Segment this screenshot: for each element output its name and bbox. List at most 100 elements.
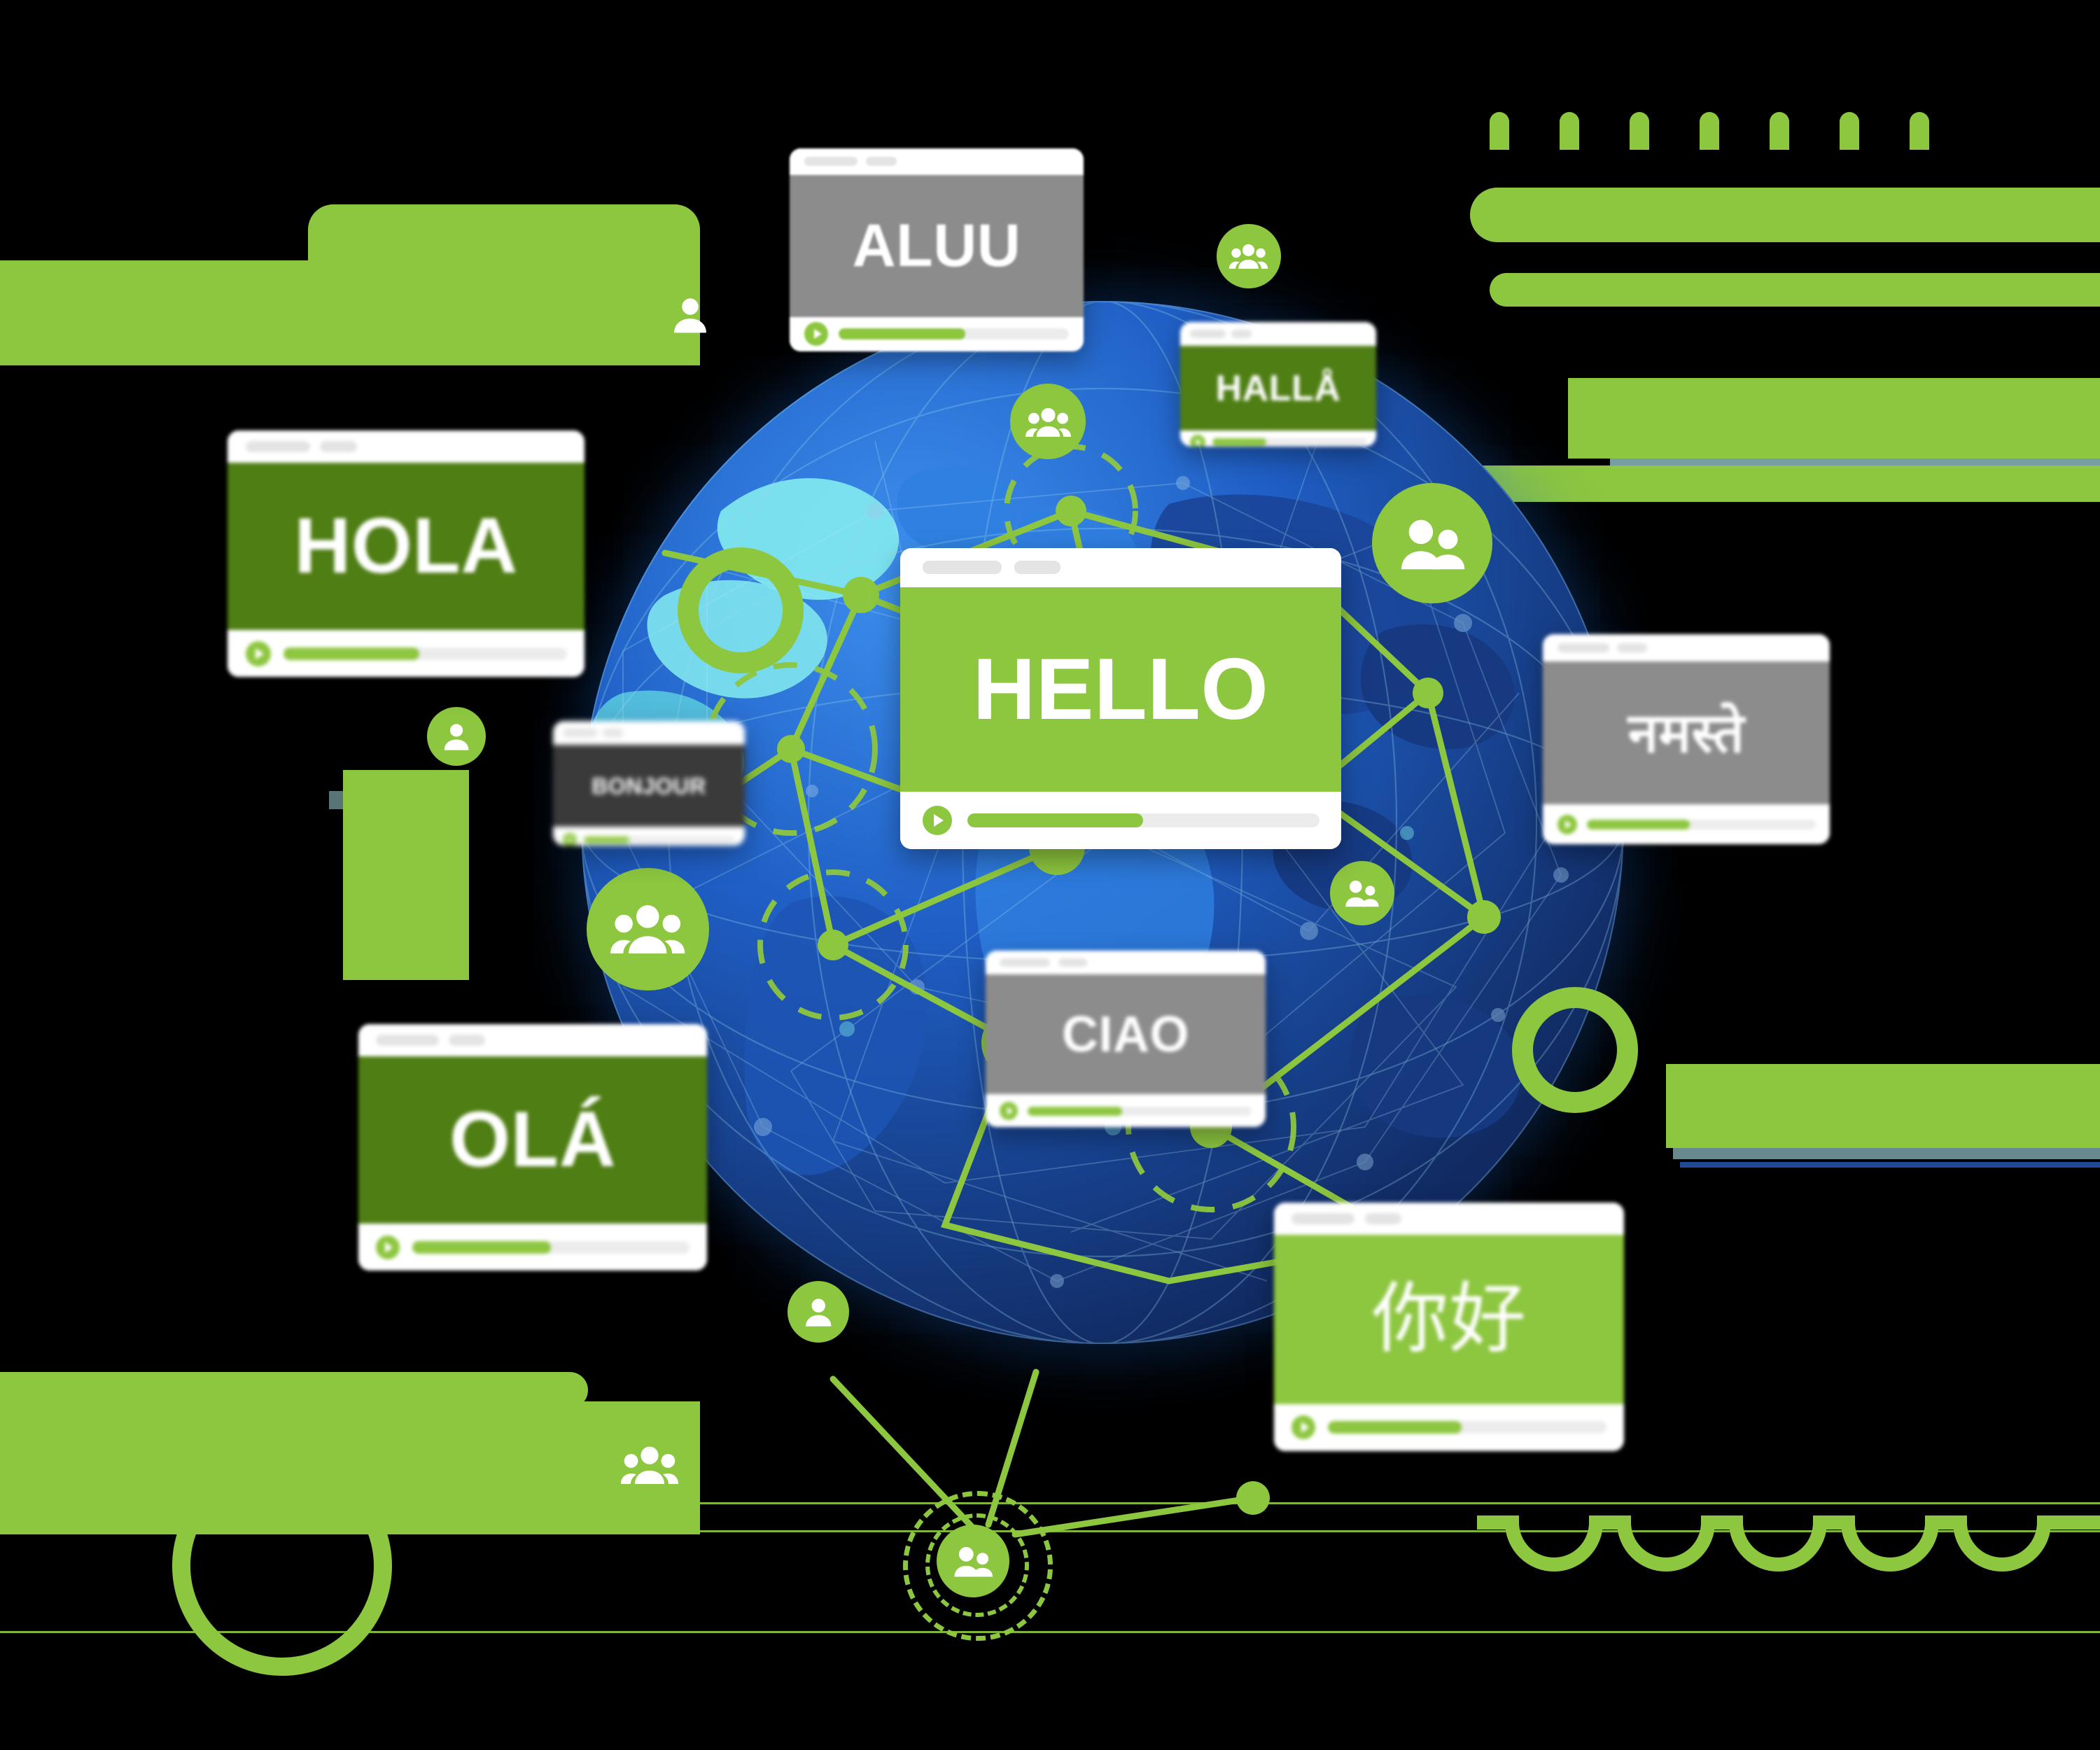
play-button[interactable] <box>245 640 271 666</box>
play-button[interactable] <box>1557 814 1577 834</box>
window-titlebar <box>553 721 745 745</box>
progress-track[interactable] <box>283 647 567 660</box>
progress-track[interactable] <box>839 328 1069 340</box>
titlebar-pill <box>1617 643 1648 653</box>
progress-track[interactable] <box>1212 438 1366 447</box>
window-screen: HELLO <box>900 587 1341 792</box>
deco-dot <box>1560 112 1579 150</box>
hub-ring-left[interactable] <box>678 547 804 673</box>
group-icon <box>1229 244 1268 270</box>
node-people-left-mid[interactable] <box>587 868 709 990</box>
deco-bar-top-right-1 <box>1470 188 2100 242</box>
greeting-text: 你好 <box>1371 1275 1527 1362</box>
window-titlebar <box>227 430 584 463</box>
window-ola[interactable]: OLÁ <box>358 1024 707 1270</box>
window-screen: HOLA <box>227 462 584 631</box>
window-hola[interactable]: HOLA <box>227 430 584 677</box>
window-halla[interactable]: HALLÅ <box>1180 322 1376 447</box>
window-footer[interactable] <box>900 792 1341 849</box>
play-button[interactable] <box>375 1235 400 1259</box>
window-footer[interactable] <box>986 1094 1266 1127</box>
node-people-right-mid[interactable] <box>1330 861 1394 925</box>
greeting-text: HELLO <box>972 641 1269 738</box>
node-person-bottom-left[interactable] <box>788 1281 849 1343</box>
window-footer[interactable] <box>1543 804 1830 844</box>
group-icon <box>620 1446 679 1484</box>
deco-dot <box>1630 112 1649 150</box>
node-people-right-upper[interactable] <box>1372 483 1492 603</box>
progress-track[interactable] <box>583 836 736 844</box>
deco-bar-mid-right <box>1666 1064 2100 1148</box>
titlebar-pill <box>804 157 858 167</box>
play-button[interactable] <box>562 833 577 846</box>
window-screen: HALLÅ <box>1180 346 1376 431</box>
window-titlebar <box>1274 1203 1624 1236</box>
titlebar-pill <box>1190 330 1226 338</box>
window-screen: 你好 <box>1274 1235 1624 1404</box>
window-footer[interactable] <box>553 827 745 846</box>
node-person-left-upper[interactable] <box>427 707 486 766</box>
deco-dot <box>1840 112 1859 150</box>
progress-track[interactable] <box>1028 1106 1252 1116</box>
node-group-top-right[interactable] <box>1217 224 1281 288</box>
deco-dot <box>1770 112 1789 150</box>
progress-fill <box>412 1240 551 1254</box>
window-screen: ALUU <box>790 174 1084 317</box>
greeting-text: CIAO <box>1062 1006 1189 1063</box>
group-icon <box>1025 407 1071 437</box>
node-person-top-left[interactable] <box>668 293 713 337</box>
titlebar-pill <box>562 729 598 737</box>
titlebar-pill <box>375 1035 439 1046</box>
deco-dot <box>1700 112 1719 150</box>
window-titlebar <box>986 951 1266 974</box>
titlebar-pill <box>245 441 310 452</box>
titlebar-pill <box>865 157 897 167</box>
progress-track[interactable] <box>1328 1421 1606 1434</box>
person-icon <box>444 724 469 750</box>
progress-track[interactable] <box>1587 819 1816 830</box>
window-titlebar <box>900 548 1341 587</box>
play-button[interactable] <box>1000 1102 1018 1121</box>
window-hello[interactable]: HELLO <box>900 548 1341 849</box>
window-footer[interactable] <box>1274 1404 1624 1451</box>
window-ciao[interactable]: CIAO <box>986 951 1266 1127</box>
window-footer[interactable] <box>790 316 1084 351</box>
window-screen: OLÁ <box>358 1056 707 1224</box>
progress-track[interactable] <box>967 813 1320 828</box>
hub-ring-right[interactable] <box>1512 987 1638 1113</box>
titlebar-pill <box>1557 643 1609 653</box>
play-button[interactable] <box>1190 434 1205 447</box>
window-bonjour[interactable]: BONJOUR <box>553 721 745 846</box>
deco-scallop-wave <box>1477 1516 2100 1572</box>
greeting-text: OLÁ <box>449 1096 616 1184</box>
window-footer[interactable] <box>1180 430 1376 447</box>
play-button[interactable] <box>1292 1415 1315 1440</box>
progress-fill <box>839 328 965 340</box>
people-icon <box>1345 881 1380 907</box>
deco-dot-row <box>1490 112 1929 150</box>
progress-fill <box>1212 438 1267 447</box>
window-namaste[interactable]: नमस्ते <box>1543 634 1830 844</box>
deco-block-left-mid <box>343 770 469 980</box>
node-group-top-mid[interactable] <box>1010 384 1086 459</box>
deco-teal-line-right-2 <box>1673 1148 2100 1159</box>
node-group-outside-bottom-left[interactable] <box>620 1443 679 1487</box>
progress-fill <box>583 836 629 844</box>
window-titlebar <box>790 148 1084 175</box>
window-footer[interactable] <box>358 1224 707 1270</box>
progress-fill <box>1028 1106 1122 1116</box>
play-button[interactable] <box>804 322 828 346</box>
window-aluu[interactable]: ALUU <box>790 148 1084 351</box>
progress-track[interactable] <box>412 1240 690 1254</box>
greeting-text: ALUU <box>852 212 1021 280</box>
titlebar-pill <box>1058 958 1088 967</box>
deco-folder-tab <box>308 204 700 267</box>
deco-rule-bottom-3 <box>0 1631 2100 1633</box>
deco-bar-top-right-3 <box>1568 378 2100 458</box>
play-button[interactable] <box>922 806 952 836</box>
window-titlebar <box>358 1024 707 1056</box>
deco-blue-line-right <box>1680 1162 2100 1168</box>
titlebar-pill <box>448 1035 485 1046</box>
window-nihao[interactable]: 你好 <box>1274 1203 1624 1451</box>
window-footer[interactable] <box>227 630 584 677</box>
